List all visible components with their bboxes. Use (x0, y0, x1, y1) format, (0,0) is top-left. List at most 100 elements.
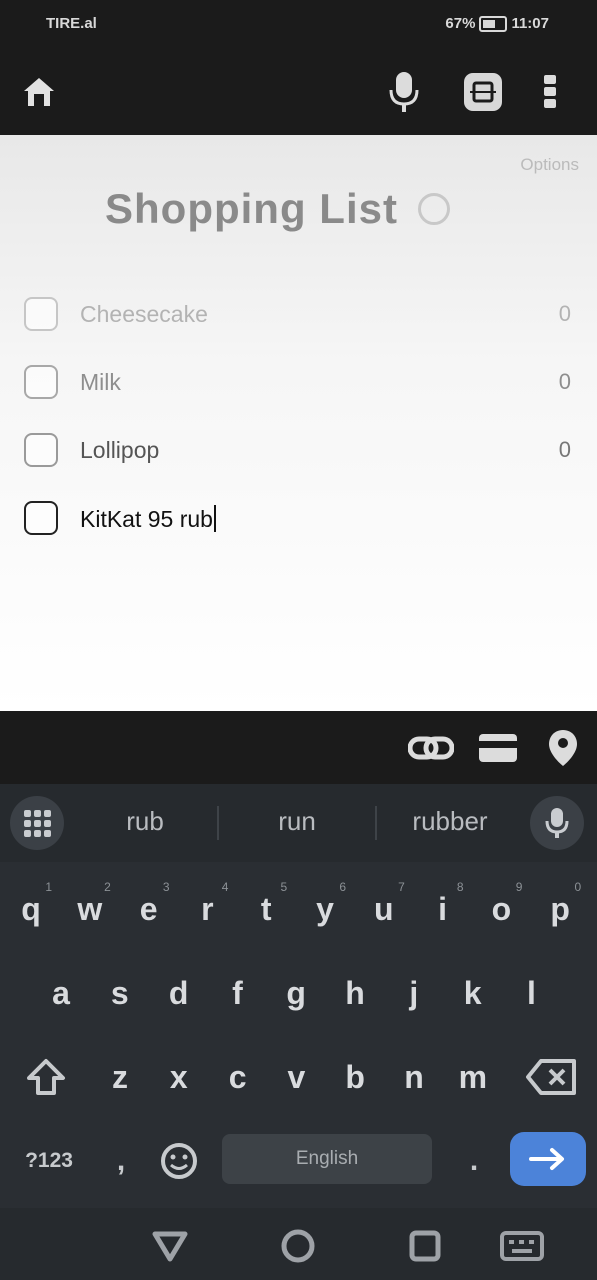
suggestion-2[interactable]: run (222, 806, 372, 837)
key-hint: 4 (221, 880, 229, 894)
key-h[interactable]: h (328, 962, 382, 1024)
key-b[interactable]: b (328, 1046, 382, 1108)
key-label: b (345, 1058, 365, 1095)
suggestion-1[interactable]: rub (70, 806, 220, 837)
key-label: z (112, 1058, 128, 1095)
key-s[interactable]: s (93, 962, 147, 1024)
editing-list-item[interactable]: KitKat 95 rub (0, 493, 597, 543)
key-e[interactable]: e3 (122, 878, 176, 940)
key-x[interactable]: x (152, 1046, 206, 1108)
microphone-icon[interactable] (382, 70, 426, 114)
item-checkbox[interactable] (24, 365, 58, 399)
voice-input-icon[interactable] (530, 796, 584, 850)
key-label: i (438, 890, 448, 927)
options-link[interactable]: Options (520, 155, 579, 175)
edit-title-icon[interactable] (417, 193, 450, 225)
item-edit-input[interactable]: KitKat 95 rub (80, 505, 216, 533)
item-label: Cheesecake (80, 301, 208, 327)
list-item[interactable]: Milk 0 (0, 357, 597, 407)
text-cursor (213, 505, 216, 532)
card-icon[interactable] (476, 729, 520, 767)
key-u[interactable]: u7 (357, 878, 411, 940)
input-action-bar (0, 711, 597, 784)
key-hint: 7 (398, 880, 405, 894)
key-n[interactable]: n (387, 1046, 441, 1108)
key-label: q (21, 890, 41, 927)
key-q[interactable]: q1 (4, 878, 58, 940)
suggestion-strip: rub run rubber (0, 784, 597, 862)
key-z[interactable]: z (93, 1046, 147, 1108)
key-label: n (404, 1058, 424, 1095)
comma-key[interactable]: , (96, 1130, 146, 1192)
key-p[interactable]: p0 (533, 878, 587, 940)
key-label: k (463, 974, 482, 1011)
key-t[interactable]: t5 (239, 878, 293, 940)
scan-icon[interactable] (461, 70, 505, 114)
item-label: Milk (80, 369, 121, 395)
key-f[interactable]: f (210, 962, 264, 1024)
key-c[interactable]: c (211, 1046, 265, 1108)
symbols-key[interactable]: ?123 (12, 1130, 86, 1192)
backspace-key[interactable] (520, 1046, 582, 1108)
home-icon[interactable] (17, 70, 61, 114)
list-item[interactable]: Lollipop 0 (0, 425, 597, 475)
soft-keyboard: rub run rubber q1w2e3r4t5y6u7i8o9p0 asdf… (0, 784, 597, 1280)
key-label: u (374, 890, 394, 927)
key-label: v (287, 1058, 306, 1095)
key-label: c (228, 1058, 247, 1095)
keyboard-switch-icon[interactable] (500, 1226, 544, 1266)
link-icon[interactable] (408, 729, 454, 767)
battery-percent: 67% (445, 15, 476, 32)
item-checkbox[interactable] (24, 297, 58, 331)
page-title: Shopping List (105, 185, 398, 232)
key-l[interactable]: l (504, 962, 558, 1024)
keyboard-menu-icon[interactable] (10, 796, 64, 850)
system-nav-bar (0, 1208, 597, 1280)
key-a[interactable]: a (34, 962, 88, 1024)
key-label: l (526, 974, 536, 1011)
recents-square-icon[interactable] (405, 1226, 445, 1266)
key-k[interactable]: k (446, 962, 500, 1024)
key-v[interactable]: v (269, 1046, 323, 1108)
key-label: m (458, 1058, 488, 1095)
item-checkbox[interactable] (24, 433, 58, 467)
key-label: e (139, 890, 158, 927)
key-y[interactable]: y6 (298, 878, 352, 940)
enter-key[interactable] (510, 1132, 586, 1186)
key-hint: 0 (574, 880, 582, 894)
key-o[interactable]: o9 (474, 878, 528, 940)
clock: 11:07 (511, 15, 549, 32)
key-hint: 3 (162, 880, 170, 894)
emoji-key[interactable] (154, 1130, 204, 1192)
title-row: Shopping List (105, 185, 450, 233)
carrier-text: TIRE.al (46, 15, 97, 32)
key-w[interactable]: w2 (63, 878, 117, 940)
key-g[interactable]: g (269, 962, 323, 1024)
key-label: o (491, 890, 512, 927)
key-r[interactable]: r4 (180, 878, 234, 940)
key-hint: 5 (280, 880, 288, 894)
key-label: y (316, 890, 334, 927)
item-checkbox[interactable] (24, 501, 58, 535)
item-edit-text: KitKat 95 rub (80, 506, 213, 532)
location-pin-icon[interactable] (546, 729, 580, 767)
status-left: TIRE.al (46, 15, 97, 32)
key-i[interactable]: i8 (416, 878, 470, 940)
key-j[interactable]: j (387, 962, 441, 1024)
shift-key[interactable] (14, 1046, 78, 1108)
key-m[interactable]: m (446, 1046, 500, 1108)
status-right: 67% 11:07 (445, 15, 549, 32)
home-circle-icon[interactable] (278, 1226, 318, 1266)
key-label: j (409, 974, 419, 1011)
key-d[interactable]: d (152, 962, 206, 1024)
suggestion-3[interactable]: rubber (375, 806, 525, 837)
key-hint: 6 (339, 880, 346, 894)
more-vert-icon[interactable] (528, 70, 572, 114)
key-label: p (550, 890, 570, 927)
space-key[interactable]: English (222, 1134, 432, 1184)
back-triangle-icon[interactable] (150, 1226, 190, 1266)
app-bar (0, 50, 597, 135)
period-key[interactable]: . (450, 1130, 498, 1192)
item-label: Lollipop (80, 437, 160, 463)
list-item[interactable]: Cheesecake 0 (0, 289, 597, 339)
